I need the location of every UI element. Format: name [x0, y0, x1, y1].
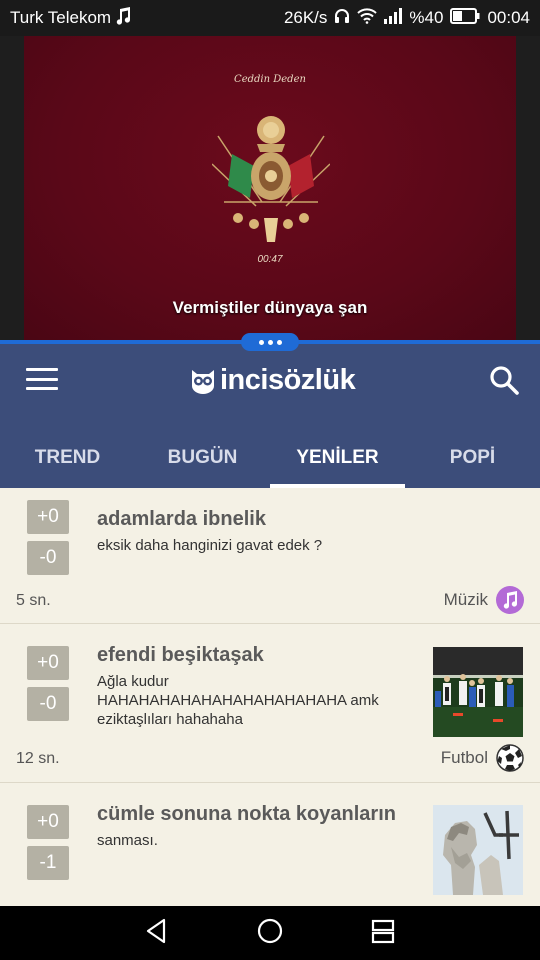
soccer-ball-icon	[496, 744, 524, 772]
tab-bar: TREND BUGÜN YENİLER POPİ	[0, 428, 540, 488]
post-body: sanması.	[97, 832, 158, 849]
menu-icon[interactable]	[26, 366, 58, 392]
network-speed: 26K/s	[283, 8, 328, 27]
category-label: Müzik	[443, 590, 488, 609]
back-icon[interactable]	[144, 918, 170, 949]
post-body: Ağla kudur HAHAHAHAHAHAHAHAHAHAHAHA amk …	[97, 673, 379, 728]
home-icon[interactable]	[257, 918, 283, 949]
video-player[interactable]: Ceddin Deden 00:47 Vermiştiler dünyaya ş…	[0, 36, 540, 340]
post-title[interactable]: cümle sonuna nokta koyanların	[97, 803, 396, 826]
post-thumbnail[interactable]	[433, 647, 523, 737]
carrier-group: Turk Telekom	[10, 6, 131, 30]
tab-yeniler[interactable]: YENİLER	[270, 428, 405, 488]
post-time: 12 sn.	[16, 750, 60, 767]
system-nav-bar	[0, 906, 540, 960]
post-item[interactable]: +0 -0 adamlarda ibnelik eksik daha hangi…	[0, 488, 540, 624]
carrier-name: Turk Telekom	[10, 8, 112, 27]
upvote-button[interactable]: +0	[27, 805, 69, 839]
post-title[interactable]: efendi beşiktaşak	[97, 644, 264, 667]
status-right: 26K/s %40 00:04	[283, 7, 530, 29]
video-subtitle: Vermiştiler dünyaya şan	[172, 298, 368, 317]
app-header: incisözlük TREND BUGÜN YENİLER POPİ	[0, 333, 540, 488]
tab-trend[interactable]: TREND	[0, 428, 135, 488]
downvote-button[interactable]: -0	[27, 541, 69, 575]
drag-handle[interactable]	[241, 333, 299, 351]
post-category[interactable]: Müzik	[444, 586, 524, 614]
wifi-icon	[357, 7, 378, 29]
post-body: eksik daha hanginizi gavat edek ?	[97, 537, 323, 554]
ottoman-coat-of-arms-icon	[212, 116, 330, 242]
clock: 00:04	[487, 8, 530, 27]
music-note-icon	[115, 6, 131, 30]
logo-text: incisözlük	[220, 363, 356, 396]
downvote-button[interactable]: -1	[27, 846, 69, 880]
upvote-button[interactable]: +0	[27, 500, 69, 534]
post-thumbnail[interactable]	[433, 805, 523, 895]
post-item[interactable]: +0 -0 efendi beşiktaşak Ağla kudur HAHAH…	[0, 624, 540, 783]
owl-icon	[192, 370, 214, 394]
category-label: Futbol	[440, 748, 488, 767]
tab-bugun[interactable]: BUGÜN	[135, 428, 270, 488]
search-icon[interactable]	[488, 364, 520, 396]
video-timestamp: 00:47	[257, 254, 283, 265]
post-category[interactable]: Futbol	[441, 744, 524, 772]
status-bar: Turk Telekom 26K/s %40 00:04	[0, 0, 540, 36]
upvote-button[interactable]: +0	[27, 646, 69, 680]
headphones-icon	[334, 8, 350, 29]
post-feed[interactable]: +0 -0 adamlarda ibnelik eksik daha hangi…	[0, 488, 540, 906]
app-logo[interactable]: incisözlük	[190, 360, 356, 400]
music-note-icon	[496, 586, 524, 614]
signal-icon	[384, 7, 403, 29]
video-top-caption: Ceddin Deden	[234, 74, 306, 85]
post-time: 5 sn.	[16, 592, 51, 609]
battery-icon	[450, 7, 480, 29]
recents-icon[interactable]	[370, 918, 396, 949]
post-item[interactable]: +0 -1 cümle sonuna nokta koyanların sanm…	[0, 783, 540, 906]
video-frame: Ceddin Deden 00:47 Vermiştiler dünyaya ş…	[24, 36, 516, 340]
screen: Turk Telekom 26K/s %40 00:04 Ceddin Dede…	[0, 0, 540, 960]
downvote-button[interactable]: -0	[27, 687, 69, 721]
post-title[interactable]: adamlarda ibnelik	[97, 508, 266, 531]
tab-popi[interactable]: POPİ	[405, 428, 540, 488]
battery-percent: %40	[409, 8, 444, 27]
